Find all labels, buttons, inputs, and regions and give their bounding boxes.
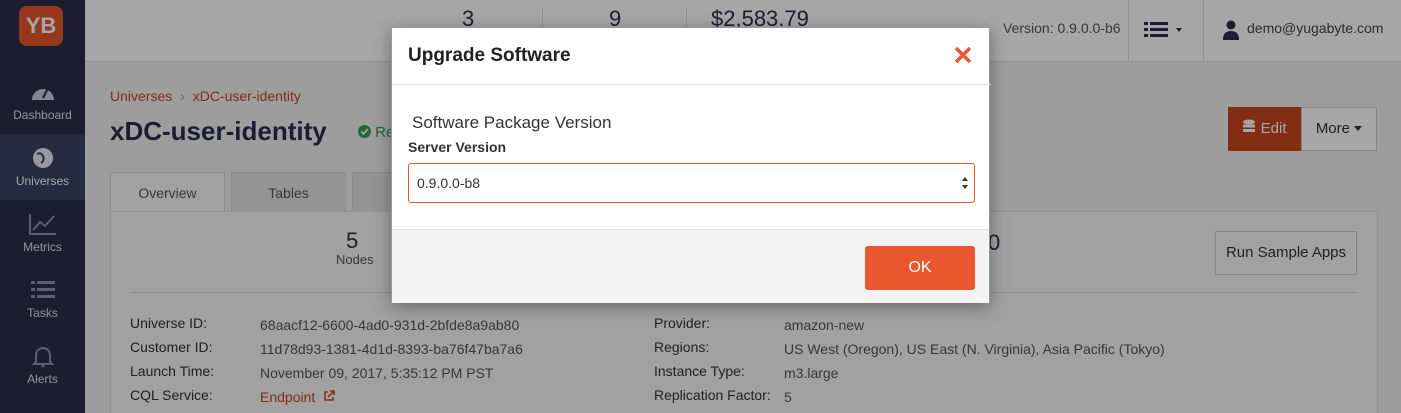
select-arrows-icon xyxy=(962,177,968,189)
server-version-select[interactable]: 0.9.0.0-b8 xyxy=(408,163,975,203)
modal-footer: OK xyxy=(392,229,989,303)
modal-header: Upgrade Software xyxy=(392,28,991,85)
modal-title: Upgrade Software xyxy=(408,45,571,66)
section-title: Software Package Version xyxy=(412,113,612,132)
selected-version: 0.9.0.0-b8 xyxy=(417,175,481,191)
ok-button[interactable]: OK xyxy=(865,246,975,290)
close-icon xyxy=(954,46,972,64)
server-version-label: Server Version xyxy=(408,139,507,155)
upgrade-software-modal: Upgrade Software Software Package Versio… xyxy=(391,27,991,303)
close-button[interactable] xyxy=(954,42,972,68)
